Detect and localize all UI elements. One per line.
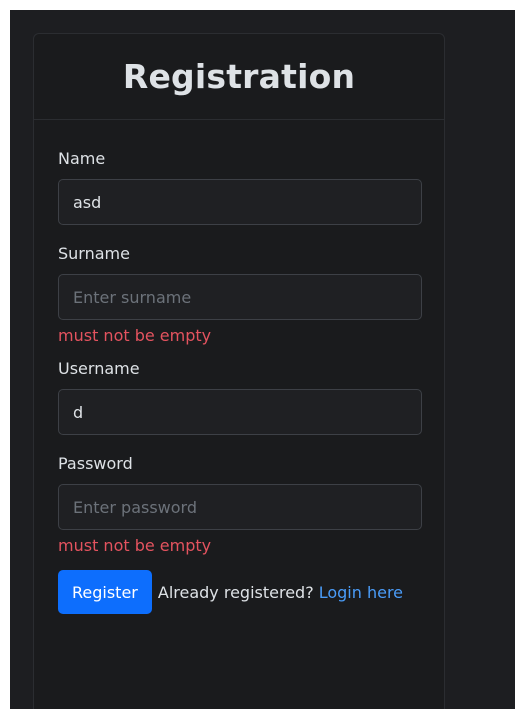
name-input[interactable] [58,179,422,225]
form-actions: Register Already registered? Login here [58,570,420,614]
name-label: Name [58,149,106,168]
surname-input[interactable] [58,274,422,320]
password-label: Password [58,454,133,473]
name-group: Name [58,149,422,225]
password-group: Password must not be empty [58,454,422,556]
username-group: Username [58,359,422,435]
app-viewport: Registration Name Surname must not be em… [10,10,515,709]
username-label: Username [58,359,140,378]
page-title: Registration [122,57,356,96]
login-link[interactable]: Login here [319,583,403,602]
surname-group: Surname must not be empty [58,244,422,346]
surname-error: must not be empty [58,326,212,345]
password-error: must not be empty [58,536,212,555]
surname-label: Surname [58,244,130,263]
registration-form: Name Surname must not be empty Username … [34,120,444,614]
card-header: Registration [34,34,444,120]
username-input[interactable] [58,389,422,435]
registration-card: Registration Name Surname must not be em… [33,33,445,709]
register-button[interactable]: Register [58,570,152,614]
already-registered-text: Already registered? [157,582,314,602]
password-input[interactable] [58,484,422,530]
